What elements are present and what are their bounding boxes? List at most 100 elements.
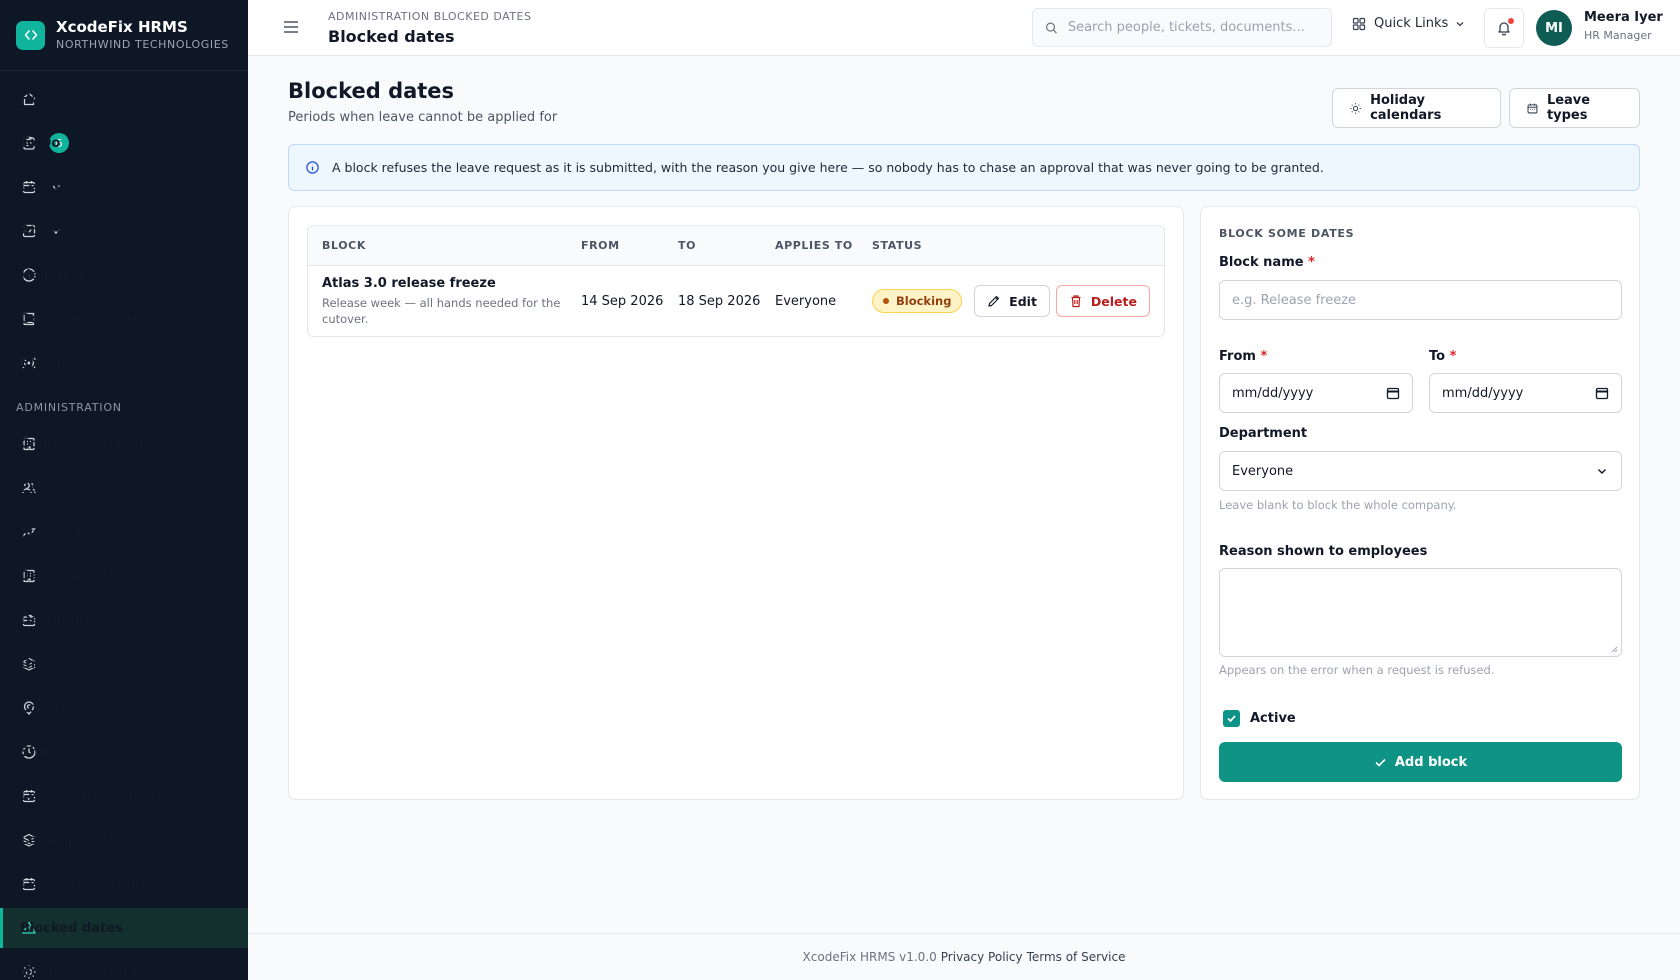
sidebar-item-leave-types-policies[interactable]: Leave types & policies	[0, 776, 248, 816]
chevron-down-icon	[1456, 21, 1464, 26]
sidebar-item-leave-policies[interactable]: Leave policies	[0, 820, 248, 860]
sidebar-item-holiday-calendars[interactable]: Holiday calendars	[0, 952, 248, 980]
calendar-icon	[1527, 103, 1538, 113]
terms-of-service-link[interactable]: Terms of Service	[1027, 950, 1126, 964]
sidebar-item-home[interactable]: Home	[0, 79, 248, 119]
required-mark: *	[1308, 255, 1315, 270]
sidebar-item-engage[interactable]: Engage	[0, 343, 248, 383]
brand-logo-icon	[16, 20, 45, 50]
block-name-field	[1219, 280, 1622, 320]
form-title: BLOCK SOME DATES	[1219, 227, 1355, 240]
sidebar-item-blocked-dates[interactable]: Blocked dates	[0, 908, 248, 948]
quick-links-button[interactable]: Quick Links	[1352, 16, 1466, 31]
sidebar-item-label: Attendance	[20, 223, 105, 239]
quick-links-label: Quick Links	[1374, 16, 1449, 31]
delete-button[interactable]: Delete	[1055, 285, 1150, 317]
brand[interactable]: XcodeFix HRMS NORTHWIND TECHNOLOGIES	[0, 0, 248, 71]
trash-icon	[1071, 295, 1081, 308]
sidebar-item-helpdesk[interactable]: Helpdesk	[0, 255, 248, 295]
column-header: FROM	[581, 239, 620, 252]
grid-icon	[1352, 17, 1366, 30]
calendar-icon	[1386, 387, 1400, 400]
sidebar-item-label: Leave types & policies	[20, 788, 185, 804]
brand-org: NORTHWIND TECHNOLOGIES	[56, 38, 229, 51]
privacy-policy-link[interactable]: Privacy Policy	[941, 950, 1023, 964]
to-date-field[interactable]: mm/dd/yyyy	[1429, 373, 1622, 413]
sidebar-item-label: Leave allocations	[20, 876, 148, 892]
sidebar-item-todo[interactable]: To Do 6	[0, 123, 248, 163]
to-label-text: To	[1429, 349, 1446, 364]
edit-label: Edit	[1009, 293, 1037, 309]
department-value: Everyone	[1232, 463, 1294, 479]
sidebar-item-label: Grades	[20, 656, 72, 672]
sidebar-item-attendance[interactable]: Attendance	[0, 211, 248, 251]
leave-types-button[interactable]: Leave types	[1509, 88, 1640, 128]
block-dates-form-card: BLOCK SOME DATES Block name * From * mm/…	[1200, 206, 1640, 800]
from-date-field[interactable]: mm/dd/yyyy	[1219, 373, 1413, 413]
sidebar-item-employees[interactable]: Employees	[0, 468, 248, 508]
sidebar-item-departments[interactable]: Departments	[0, 556, 248, 596]
info-banner-text: A block refuses the leave request as it …	[332, 160, 1324, 175]
reason-label: Reason shown to employees	[1219, 544, 1428, 559]
block-applies-to: Everyone	[775, 293, 837, 309]
sidebar-item-label: Engage	[20, 355, 75, 371]
holiday-calendars-button[interactable]: Holiday calendars	[1332, 88, 1501, 128]
search-icon	[1045, 22, 1057, 33]
block-to: 18 Sep 2026	[678, 293, 761, 309]
sidebar-item-company-settings[interactable]: Company settings	[0, 424, 248, 464]
sidebar-item-document-center[interactable]: Document Center	[0, 299, 248, 339]
sidebar-section-administration: ADMINISTRATION	[16, 401, 122, 414]
status-label: Blocking	[896, 294, 952, 308]
sidebar-item-designations[interactable]: Designations	[0, 600, 248, 640]
block-name-label-text: Block name	[1219, 255, 1304, 270]
required-mark: *	[1260, 349, 1268, 364]
active-checkbox[interactable]	[1223, 710, 1240, 727]
check-icon	[1375, 758, 1386, 767]
department-hint: Leave blank to block the whole company.	[1219, 498, 1457, 512]
calendar-icon	[1595, 387, 1609, 400]
sidebar-item-label: To Do	[20, 135, 61, 151]
sidebar-item-movements[interactable]: Movements	[0, 512, 248, 552]
from-label: From *	[1219, 349, 1267, 364]
to-label: To *	[1429, 349, 1456, 364]
sidebar-item-locations[interactable]: Locations	[0, 688, 248, 728]
avatar[interactable]: MI	[1536, 10, 1572, 46]
block-name-label: Block name *	[1219, 255, 1315, 270]
reason-hint: Appears on the error when a request is r…	[1219, 663, 1495, 677]
reason-textarea[interactable]	[1219, 568, 1622, 657]
sidebar-item-leave[interactable]: Leave	[0, 167, 248, 207]
search-input[interactable]	[1067, 20, 1319, 35]
add-block-label: Add block	[1394, 754, 1468, 770]
sidebar-item-label: Designations	[20, 612, 116, 628]
active-label: Active	[1250, 711, 1296, 726]
sidebar-item-label: Blocked dates	[20, 920, 123, 936]
department-select[interactable]: Everyone	[1219, 451, 1622, 491]
from-date-value: mm/dd/yyyy	[1232, 385, 1314, 401]
edit-button[interactable]: Edit	[974, 285, 1050, 317]
blocked-dates-list-card: BLOCK FROM TO APPLIES TO STATUS Atlas 3.…	[288, 206, 1184, 800]
user-name: Meera Iyer	[1584, 10, 1663, 25]
breadcrumb: ADMINISTRATION BLOCKED DATES	[328, 10, 532, 23]
notifications-button[interactable]	[1484, 8, 1524, 48]
sun-icon	[1350, 102, 1361, 114]
sidebar-item-label: Document Center	[20, 311, 149, 327]
check-icon	[1227, 715, 1236, 723]
sidebar-item-grades[interactable]: Grades	[0, 644, 248, 684]
sidebar-item-leave-allocations[interactable]: Leave allocations	[0, 864, 248, 904]
pencil-icon	[988, 295, 1000, 307]
block-from: 14 Sep 2026	[581, 293, 664, 309]
resize-handle-icon	[1611, 646, 1618, 653]
sidebar-item-label: Shifts	[20, 744, 63, 760]
sidebar-item-shifts[interactable]: Shifts	[0, 732, 248, 772]
column-header: BLOCK	[322, 239, 366, 252]
chevron-down-icon	[1598, 469, 1606, 474]
add-block-button[interactable]: Add block	[1219, 742, 1622, 782]
block-name-input[interactable]	[1232, 292, 1609, 308]
notification-dot	[1508, 18, 1514, 24]
sidebar-item-label: Leave	[20, 179, 64, 195]
topbar-title: Blocked dates	[328, 27, 455, 46]
sidebar-item-label: Home	[20, 91, 63, 107]
menu-icon[interactable]	[282, 18, 300, 36]
footer-version: XcodeFix HRMS v1.0.0	[802, 950, 937, 964]
from-label-text: From	[1219, 349, 1256, 364]
